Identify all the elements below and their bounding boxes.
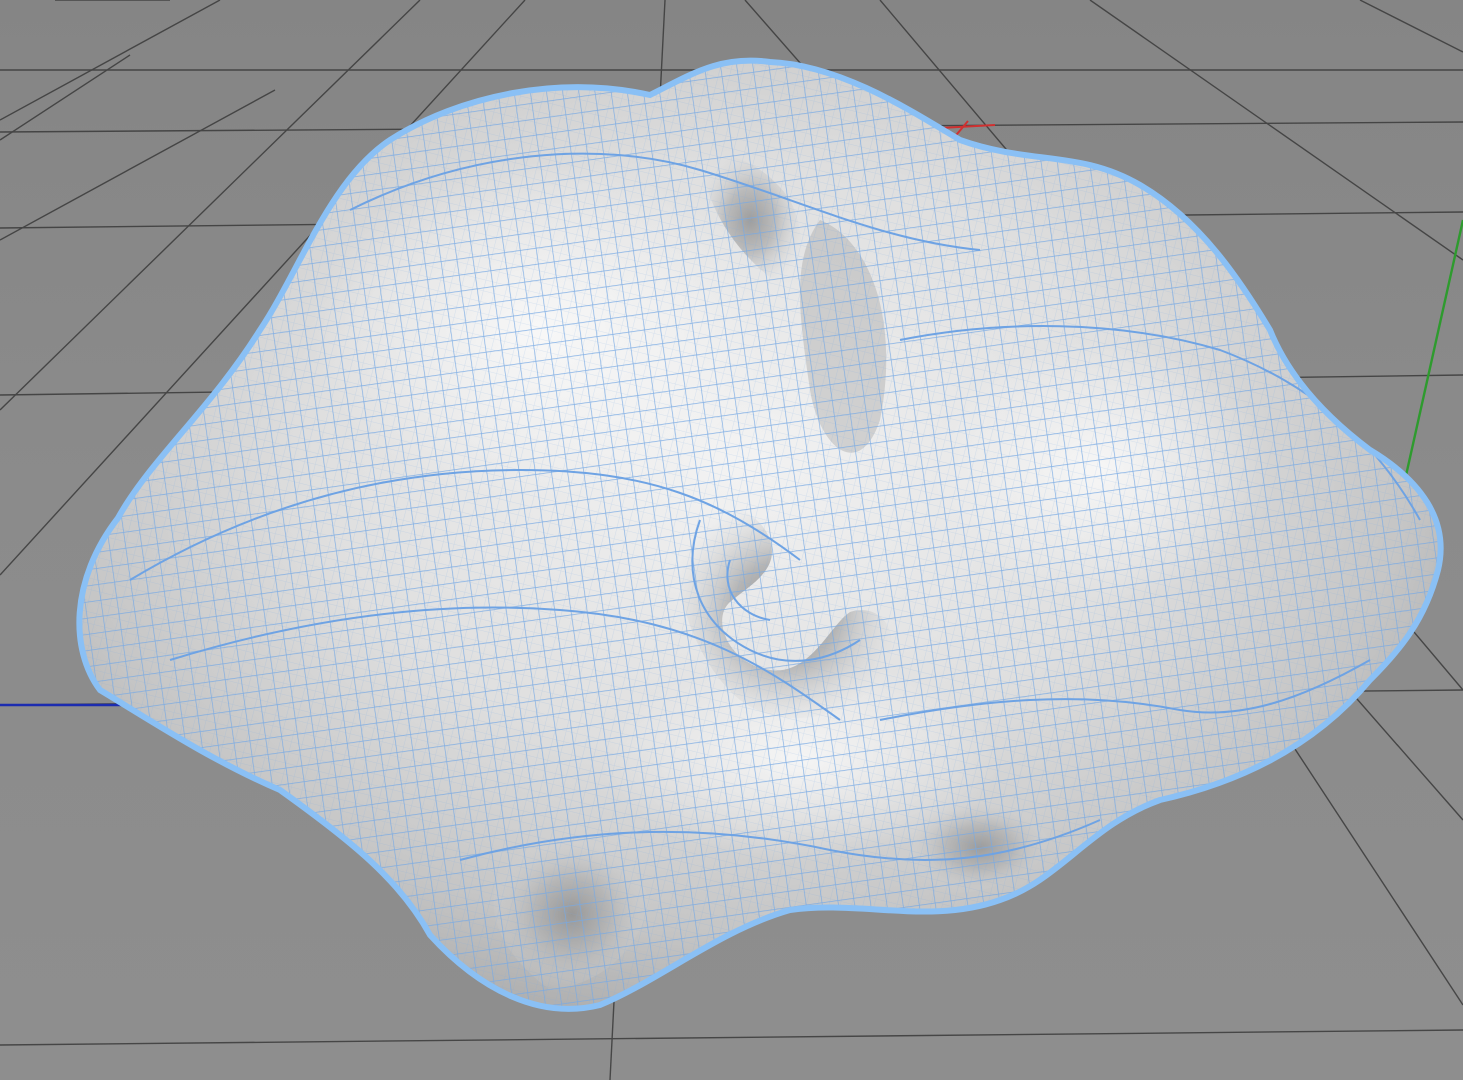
grid-line — [0, 0, 221, 121]
mesh-object[interactable] — [0, 0, 1463, 1080]
wireframe-overlay-secondary — [79, 60, 1441, 1009]
y-axis-line — [1403, 219, 1463, 481]
3d-viewport[interactable] — [0, 0, 1463, 1080]
grid-line — [0, 54, 131, 141]
grid-line — [0, 1029, 1463, 1046]
grid-line — [1359, 0, 1463, 53]
